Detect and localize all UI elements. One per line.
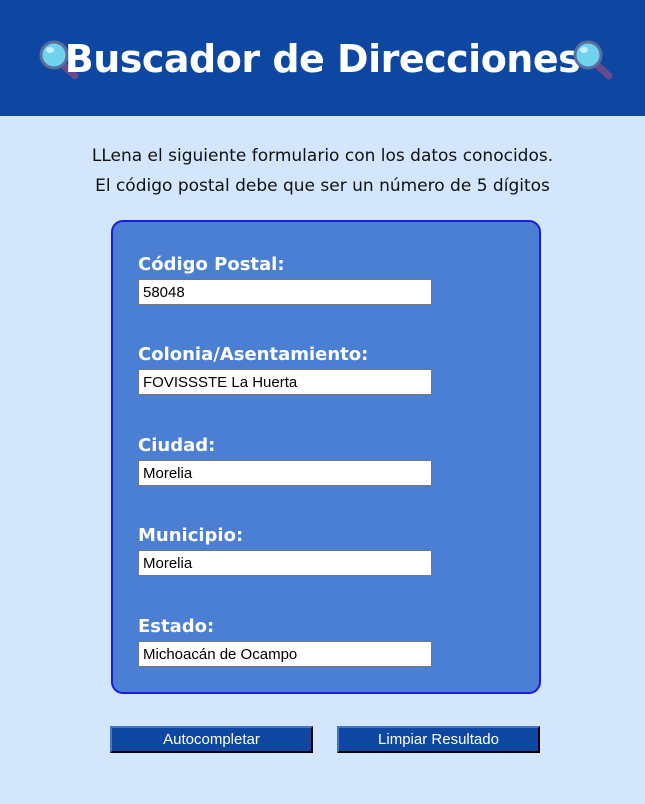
city-label: Ciudad:: [138, 435, 216, 456]
autocomplete-button[interactable]: Autocompletar: [110, 726, 313, 753]
city-input[interactable]: [138, 460, 432, 486]
postal-code-label: Código Postal:: [138, 254, 285, 275]
municipality-input[interactable]: [138, 550, 432, 576]
colonia-label: Colonia/Asentamiento:: [138, 344, 369, 365]
clear-results-button[interactable]: Limpiar Resultado: [337, 726, 540, 753]
magnifying-glass-icon: [573, 40, 613, 80]
state-input[interactable]: [138, 641, 432, 667]
state-label: Estado:: [138, 616, 215, 637]
page-header: Buscador de Direcciones: [0, 0, 645, 116]
colonia-input[interactable]: [138, 369, 432, 395]
page-title: Buscador de Direcciones: [64, 37, 581, 81]
instructions-line-1: LLena el siguiente formulario con los da…: [91, 146, 554, 166]
postal-code-input[interactable]: [138, 279, 432, 305]
municipality-label: Municipio:: [138, 525, 244, 546]
instructions-line-2: El código postal debe que ser un número …: [95, 176, 550, 196]
